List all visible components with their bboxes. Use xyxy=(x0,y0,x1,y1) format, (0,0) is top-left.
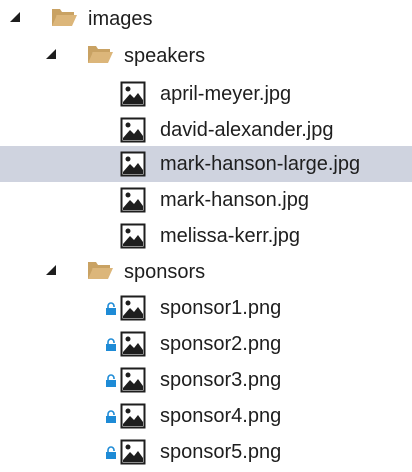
tree-file-item[interactable]: melissa-kerr.jpg xyxy=(0,218,412,254)
image-file-icon xyxy=(120,117,146,143)
tree-file-item[interactable]: sponsor1.png xyxy=(0,290,412,326)
tree-file-item[interactable]: sponsor3.png xyxy=(0,362,412,398)
expanded-arrow-icon[interactable] xyxy=(8,10,22,24)
tree-node-images[interactable]: images xyxy=(0,1,412,37)
file-label: sponsor3.png xyxy=(160,369,282,391)
folder-open-icon xyxy=(88,262,113,279)
file-label: april-meyer.jpg xyxy=(160,83,292,105)
folder-open-icon xyxy=(88,46,113,63)
tree-file-item[interactable]: david-alexander.jpg xyxy=(0,112,412,148)
lock-icon xyxy=(106,446,116,459)
file-label: melissa-kerr.jpg xyxy=(160,225,301,247)
tree-file-item[interactable]: sponsor2.png xyxy=(0,326,412,362)
folder-open-icon xyxy=(52,9,77,26)
file-label: mark-hanson.jpg xyxy=(160,189,309,211)
lock-icon xyxy=(106,338,116,351)
file-label: david-alexander.jpg xyxy=(160,119,334,141)
file-label: mark-hanson-large.jpg xyxy=(160,153,361,175)
lock-icon xyxy=(106,410,116,423)
image-file-icon xyxy=(120,295,146,321)
tree-file-item-selected[interactable]: mark-hanson-large.jpg xyxy=(0,146,412,182)
image-file-icon xyxy=(120,151,146,177)
tree-file-item[interactable]: april-meyer.jpg xyxy=(0,76,412,112)
tree-file-item[interactable]: sponsor5.png xyxy=(0,434,412,470)
tree-node-label: sponsors xyxy=(124,261,206,283)
tree-node-speakers[interactable]: speakers xyxy=(0,38,412,74)
image-file-icon xyxy=(120,223,146,249)
lock-icon xyxy=(106,374,116,387)
tree-file-item[interactable]: sponsor4.png xyxy=(0,398,412,434)
image-file-icon xyxy=(120,439,146,465)
tree-node-sponsors[interactable]: sponsors xyxy=(0,254,412,290)
file-label: sponsor2.png xyxy=(160,333,282,355)
tree-node-label: images xyxy=(88,8,153,30)
image-file-icon xyxy=(120,367,146,393)
image-file-icon xyxy=(120,403,146,429)
tree-file-item[interactable]: mark-hanson.jpg xyxy=(0,182,412,218)
tree-node-label: speakers xyxy=(124,45,206,67)
image-file-icon xyxy=(120,331,146,357)
lock-icon xyxy=(106,302,116,315)
image-file-icon xyxy=(120,81,146,107)
expanded-arrow-icon[interactable] xyxy=(44,47,58,61)
file-label: sponsor5.png xyxy=(160,441,282,463)
expanded-arrow-icon[interactable] xyxy=(44,263,58,277)
solution-explorer-tree: images speakers april-meyer.jpg david-al… xyxy=(0,0,412,472)
file-label: sponsor1.png xyxy=(160,297,282,319)
image-file-icon xyxy=(120,187,146,213)
file-label: sponsor4.png xyxy=(160,405,282,427)
